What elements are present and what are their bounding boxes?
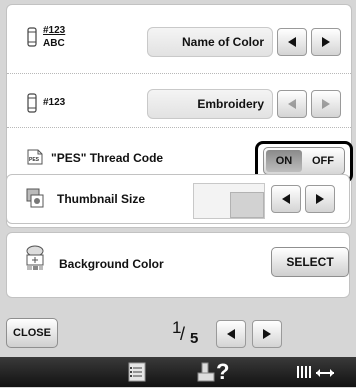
left-arrow-icon	[282, 194, 290, 204]
help-question-mark[interactable]: ?	[216, 359, 229, 385]
divider	[7, 73, 351, 74]
thumbnail-icon	[25, 187, 45, 214]
page-prev-button[interactable]	[216, 320, 246, 348]
background-color-icon	[23, 245, 47, 280]
pes-on-off-toggle[interactable]: ON OFF	[263, 147, 345, 175]
page-total: 5	[190, 330, 199, 347]
embroidery-next-button[interactable]	[311, 90, 341, 118]
background-color-card: Background Color SELECT	[6, 232, 350, 298]
divider	[7, 127, 351, 128]
right-arrow-icon	[316, 194, 324, 204]
embroidery-code-text: #123	[43, 97, 66, 108]
thread-code-text: #123	[43, 25, 66, 36]
spool-icon	[27, 93, 37, 118]
background-color-label: Background Color	[59, 257, 164, 271]
thumbnail-size-preview-large	[230, 192, 264, 218]
embroidery-prev-button[interactable]	[277, 90, 307, 118]
right-arrow-icon	[263, 329, 271, 339]
page-next-button[interactable]	[252, 320, 282, 348]
toggle-off-segment[interactable]: OFF	[304, 150, 342, 172]
machine-help-icon[interactable]	[196, 361, 216, 388]
toggle-on-segment[interactable]: ON	[266, 150, 302, 172]
thread-tension-icon[interactable]	[296, 364, 336, 385]
checklist-icon[interactable]	[128, 362, 146, 387]
toggle-off-label: OFF	[312, 155, 334, 167]
left-arrow-icon	[227, 329, 235, 339]
toggle-on-label: ON	[275, 155, 293, 167]
pes-thread-code-label: "PES" Thread Code	[51, 151, 164, 165]
page-indicator: 1 / 5	[170, 318, 210, 350]
thread-display-next-button[interactable]	[311, 28, 341, 56]
thread-display-value: Name of Color	[147, 27, 273, 57]
thread-name-text: ABC	[43, 38, 65, 49]
thumbnail-size-card: Thumbnail Size	[6, 174, 350, 224]
right-arrow-icon	[322, 99, 330, 109]
embroidery-value: Embroidery	[147, 89, 273, 119]
thumbnail-size-prev-button[interactable]	[271, 185, 301, 213]
thumbnail-size-next-button[interactable]	[305, 185, 335, 213]
thread-display-row: #123 ABC Name of Color	[7, 5, 351, 69]
select-background-color-button[interactable]: SELECT	[271, 247, 349, 277]
close-button[interactable]: CLOSE	[6, 318, 58, 348]
left-arrow-icon	[288, 99, 296, 109]
thumbnail-size-preview	[193, 183, 265, 219]
spool-icon	[27, 27, 37, 52]
right-arrow-icon	[322, 37, 330, 47]
pes-file-icon-text: PES	[29, 157, 40, 163]
page-slash: /	[180, 324, 186, 344]
left-arrow-icon	[288, 37, 296, 47]
bottom-toolbar: ?	[0, 357, 356, 387]
thumbnail-size-label: Thumbnail Size	[57, 192, 146, 206]
thread-display-prev-button[interactable]	[277, 28, 307, 56]
